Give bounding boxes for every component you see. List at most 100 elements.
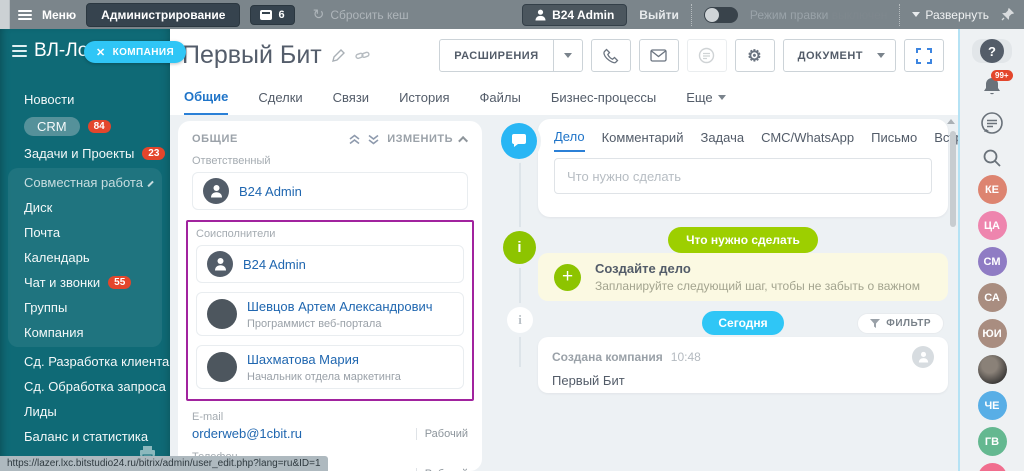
coexecutor-row[interactable]: Шевцов Артем Александрович Программист в… <box>196 292 464 336</box>
sidebar-item-request-processing[interactable]: Сд. Обработка запроса <box>0 374 170 399</box>
help-icon: ? <box>980 39 1004 63</box>
fullscreen-button[interactable] <box>904 39 944 72</box>
sidebar-item-chat[interactable]: Чат и звонки 55 <box>8 270 162 295</box>
sidebar-item-company[interactable]: Компания <box>8 320 162 345</box>
sidebar-item-client-dev[interactable]: Сд. Разработка клиента <box>0 349 170 374</box>
extensions-dropdown[interactable] <box>552 40 582 71</box>
user-avatar[interactable]: ЮИ <box>977 319 1007 348</box>
person-icon <box>210 185 222 198</box>
settings-button[interactable]: ⚙ <box>734 39 775 72</box>
search-button[interactable] <box>982 148 1002 168</box>
user-avatar[interactable]: КЕ <box>977 175 1007 204</box>
document-button[interactable]: ДОКУМЕНТ <box>782 39 896 72</box>
hamburger-icon[interactable] <box>18 9 32 20</box>
sidebar-item-leads[interactable]: Лиды <box>0 399 170 424</box>
tab-files[interactable]: Файлы <box>480 89 521 115</box>
call-button[interactable] <box>590 39 631 72</box>
expand-button[interactable]: Развернуть <box>912 8 989 22</box>
chevron-up-icon[interactable] <box>458 135 469 146</box>
sidebar-hamburger-icon[interactable] <box>12 45 27 57</box>
user-avatar[interactable]: ФС <box>977 463 1007 471</box>
edit-link[interactable]: ИЗМЕНИТЬ <box>387 133 453 145</box>
sidebar-item-tasks[interactable]: Задачи и Проекты 23 <box>0 141 170 166</box>
tab-deals[interactable]: Сделки <box>258 89 302 115</box>
coexecutor-name[interactable]: Шахматова Мария <box>247 352 359 367</box>
expand-all-icon[interactable] <box>368 134 379 145</box>
todo-input[interactable] <box>554 158 932 194</box>
edit-mode-state: выключен <box>831 7 888 22</box>
extensions-label: РАСШИРЕНИЯ <box>454 49 539 62</box>
tab-more[interactable]: Еще <box>686 89 726 115</box>
tab-activity[interactable]: Дело <box>554 129 585 152</box>
tab-history[interactable]: История <box>399 89 449 115</box>
user-avatar[interactable]: ЧЕ <box>977 391 1007 420</box>
sidebar-item-groups[interactable]: Группы <box>8 295 162 320</box>
search-icon <box>983 149 1001 167</box>
edit-title-icon[interactable] <box>331 49 345 62</box>
tab-bizproc[interactable]: Бизнес-процессы <box>551 89 656 115</box>
tab-comment[interactable]: Комментарий <box>602 130 684 151</box>
user-avatar[interactable]: СМ <box>977 247 1007 276</box>
sidebar: ВЛ-Лод ✕ КОМПАНИЯ Новости CRM 84 Задачи … <box>0 29 187 471</box>
extensions-button[interactable]: РАСШИРЕНИЯ <box>439 39 583 72</box>
tab-task[interactable]: Задача <box>700 130 744 151</box>
collaboration-group: Совместная работа Диск Почта Календарь Ч… <box>8 168 162 347</box>
coexecutor-name[interactable]: Шевцов Артем Александрович <box>247 299 433 314</box>
scrollbar[interactable] <box>950 131 956 227</box>
company-filter-badge[interactable]: ✕ КОМПАНИЯ <box>84 41 187 63</box>
email-value[interactable]: orderweb@1cbit.ru <box>192 426 302 441</box>
responsible-row[interactable]: B24 Admin <box>192 172 468 210</box>
sidebar-item-calendar[interactable]: Календарь <box>8 245 162 270</box>
messenger-button[interactable] <box>980 111 1004 135</box>
disc-app-button[interactable] <box>686 39 727 72</box>
sidebar-item-crm[interactable]: CRM 84 <box>0 112 170 141</box>
coexecutor-row[interactable]: Шахматова Мария Начальник отдела маркети… <box>196 345 464 389</box>
responsible-name[interactable]: B24 Admin <box>239 184 302 199</box>
edit-mode-label: Режим правки выключен <box>749 7 888 22</box>
timeline-event-marker: i <box>507 307 533 333</box>
pin-icon[interactable] <box>1001 8 1014 21</box>
sidebar-item-mail[interactable]: Почта <box>8 220 162 245</box>
scroll-up-arrow[interactable] <box>947 119 955 124</box>
sidebar-item-drive[interactable]: Диск <box>8 195 162 220</box>
filter-button[interactable]: ФИЛЬТР <box>857 313 944 334</box>
create-activity-card[interactable]: + Создайте дело Запланируйте следующий ш… <box>538 253 948 301</box>
user-avatar-photo[interactable] <box>977 355 1007 384</box>
today-badge[interactable]: Сегодня <box>702 311 784 335</box>
help-button[interactable]: ? <box>972 39 1012 63</box>
annotation-highlight-box: Соисполнители B24 Admin Шевцов Артем Але… <box>186 220 474 401</box>
user-avatar[interactable]: ГВ <box>977 427 1007 456</box>
notifications-counter-button[interactable]: 6 <box>250 4 295 25</box>
user-avatar[interactable]: ЦА <box>977 211 1007 240</box>
coexecutor-name[interactable]: B24 Admin <box>243 257 306 272</box>
user-icon <box>535 9 546 20</box>
tab-sms-whatsapp[interactable]: СМС/WhatsApp <box>761 130 854 151</box>
create-activity-title: Создайте дело <box>595 261 691 276</box>
sidebar-item-news[interactable]: Новости <box>0 87 170 112</box>
edit-mode-toggle[interactable] <box>703 6 738 23</box>
user-button[interactable]: B24 Admin <box>522 3 628 26</box>
coexecutor-row[interactable]: B24 Admin <box>196 245 464 283</box>
chat-bubble-icon <box>512 134 526 147</box>
menu-button[interactable]: Меню <box>42 8 76 22</box>
sidebar-item-collaboration[interactable]: Совместная работа <box>8 170 162 195</box>
avatar <box>203 178 229 204</box>
todo-submit-button[interactable]: Что нужно сделать <box>668 227 818 253</box>
document-dropdown[interactable] <box>877 40 895 71</box>
tab-general[interactable]: Общие <box>184 89 229 115</box>
notifications-button[interactable]: 99+ <box>981 70 1013 98</box>
close-icon[interactable]: ✕ <box>96 46 106 59</box>
link-icon[interactable] <box>355 49 370 62</box>
event-author-avatar[interactable] <box>912 346 934 368</box>
coexecutor-role: Программист веб-портала <box>247 318 382 330</box>
plus-icon[interactable]: + <box>554 263 581 291</box>
user-avatar[interactable]: СА <box>977 283 1007 312</box>
administration-button[interactable]: Администрирование <box>86 2 241 27</box>
reset-cache-button[interactable]: ↻ Сбросить кеш <box>313 6 409 23</box>
logout-button[interactable]: Выйти <box>639 8 679 22</box>
tab-relations[interactable]: Связи <box>333 89 369 115</box>
tab-letter[interactable]: Письмо <box>871 130 917 151</box>
email-button[interactable] <box>638 39 679 72</box>
collapse-all-icon[interactable] <box>349 133 360 145</box>
left-edge-strip <box>0 0 10 29</box>
